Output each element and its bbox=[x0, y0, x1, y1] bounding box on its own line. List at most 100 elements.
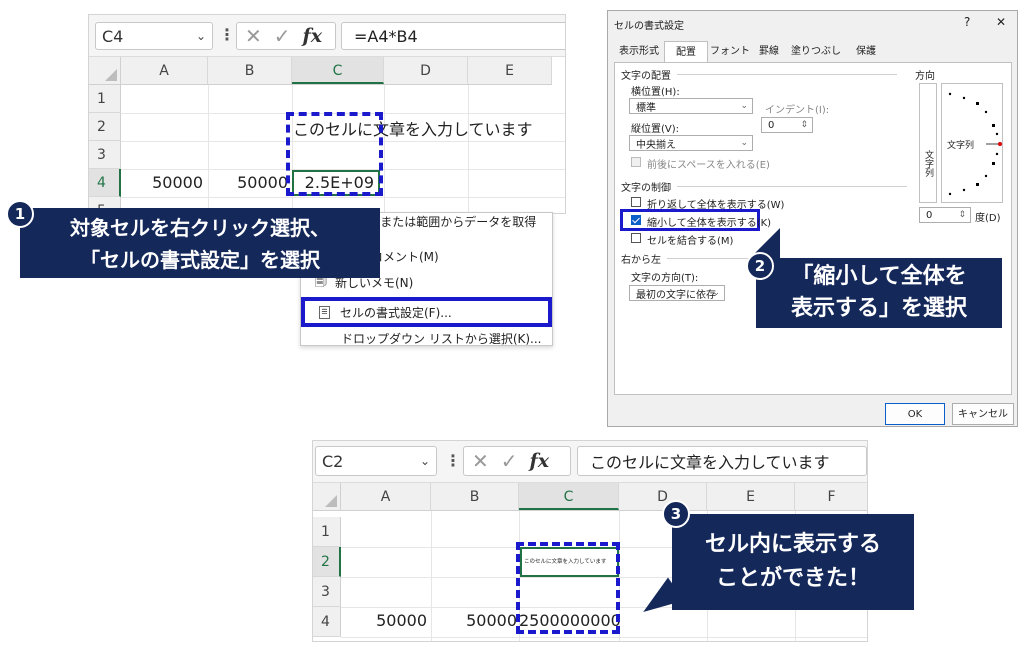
formula-input[interactable]: =A4*B4 bbox=[341, 22, 565, 50]
menu-item-dropdown-list[interactable]: ドロップダウン リストから選択(K)... bbox=[301, 325, 552, 351]
select-all-corner[interactable] bbox=[89, 57, 121, 85]
horizontal-label: 横位置(H): bbox=[631, 87, 680, 98]
menu-item-format-cells[interactable]: ☰ セルの書式設定(F)... bbox=[301, 297, 552, 327]
callout-2-line-2: 表示する」を選択 bbox=[790, 296, 967, 321]
step-1-badge: 1 bbox=[6, 200, 34, 228]
merge-cells-checkbox[interactable] bbox=[631, 233, 641, 243]
ok-button[interactable]: OK bbox=[885, 403, 945, 425]
dialog-title: セルの書式設定 bbox=[614, 21, 684, 32]
col-header-f[interactable]: F bbox=[795, 483, 867, 510]
step-2-badge: 2 bbox=[746, 252, 774, 280]
col-header-e[interactable]: E bbox=[468, 57, 552, 84]
horizontal-value: 標準 bbox=[636, 102, 656, 114]
cancel-icon[interactable]: ✕ bbox=[245, 24, 262, 48]
more-icon[interactable]: ⋮ bbox=[445, 451, 461, 470]
column-headers: A B C D E F bbox=[341, 483, 867, 511]
col-header-d[interactable]: D bbox=[384, 57, 468, 84]
chevron-down-icon: ⌄ bbox=[740, 101, 748, 111]
cell-a4[interactable]: 50000 bbox=[341, 611, 427, 630]
vertical-label: 縦位置(V): bbox=[631, 124, 680, 135]
vertical-value: 中央揃え bbox=[636, 139, 676, 151]
grid-col-line bbox=[468, 85, 469, 213]
row-header-1[interactable]: 1 bbox=[89, 85, 121, 113]
justify-distributed-label: 前後にスペースを入れる(E) bbox=[647, 160, 770, 171]
spinner-icon[interactable]: ⇕ bbox=[958, 210, 966, 220]
tab-font[interactable]: フォント bbox=[710, 41, 750, 63]
col-header-a[interactable]: A bbox=[121, 57, 208, 84]
vertical-text-box[interactable]: 文字列 bbox=[919, 83, 937, 203]
spinner-icon[interactable]: ⇕ bbox=[800, 120, 808, 130]
row-header-4[interactable]: 4 bbox=[89, 169, 121, 197]
vertical-select[interactable]: 中央揃え ⌄ bbox=[629, 135, 753, 151]
cancel-button[interactable]: キャンセル bbox=[952, 403, 1014, 425]
enter-icon[interactable]: ✓ bbox=[501, 449, 518, 473]
row-header-4[interactable]: 4 bbox=[313, 607, 341, 637]
column-headers: A B C D E bbox=[121, 57, 552, 85]
tab-border[interactable]: 罫線 bbox=[754, 41, 784, 63]
tab-alignment[interactable]: 配置 bbox=[664, 41, 708, 63]
orientation-dial[interactable]: 文字列 bbox=[941, 83, 1003, 203]
chevron-down-icon[interactable]: ⌄ bbox=[196, 29, 206, 43]
name-box-value: C4 bbox=[102, 26, 124, 46]
col-header-c[interactable]: C bbox=[292, 57, 384, 84]
chevron-down-icon: ⌄ bbox=[740, 138, 748, 148]
menu-item-label: セルの書式設定(F)... bbox=[340, 305, 452, 320]
grid-col-line bbox=[208, 85, 209, 213]
tab-protection[interactable]: 保護 bbox=[848, 41, 884, 63]
formula-tools: ✕ ✓ fx bbox=[236, 22, 336, 50]
more-icon[interactable]: ⋮ bbox=[219, 25, 235, 44]
wrap-text-checkbox[interactable] bbox=[631, 197, 641, 207]
row-header-2[interactable]: 2 bbox=[313, 547, 341, 577]
row-header-2[interactable]: 2 bbox=[89, 113, 121, 141]
col-header-a[interactable]: A bbox=[341, 483, 431, 510]
tab-number[interactable]: 表示形式 bbox=[616, 41, 662, 63]
help-button[interactable]: ? bbox=[964, 15, 970, 29]
degree-value: 0 bbox=[926, 209, 933, 221]
insert-function-icon[interactable]: fx bbox=[530, 450, 550, 472]
orientation-text: 文字列 bbox=[947, 141, 975, 151]
enter-icon[interactable]: ✓ bbox=[274, 24, 291, 48]
col-header-b[interactable]: B bbox=[208, 57, 292, 84]
cancel-icon[interactable]: ✕ bbox=[472, 449, 489, 473]
callout-1-line-2: 「セルの書式設定」を選択 bbox=[80, 248, 320, 272]
shrink-to-fit-label: 縮小して全体を表示する(K) bbox=[647, 218, 772, 229]
row-header-3[interactable]: 3 bbox=[313, 577, 341, 607]
degree-spinner[interactable]: 0 ⇕ bbox=[919, 207, 971, 223]
grid-row-line bbox=[121, 197, 565, 198]
orientation-label: 方向 bbox=[915, 71, 935, 82]
name-box[interactable]: C2 ⌄ bbox=[315, 446, 437, 476]
insert-function-icon[interactable]: fx bbox=[303, 25, 323, 47]
col-header-c[interactable]: C bbox=[519, 483, 619, 510]
tab-fill[interactable]: 塗りつぶし bbox=[788, 41, 844, 63]
menu-item-label: ドロップダウン リストから選択(K)... bbox=[341, 331, 542, 346]
group-text-control: 文字の制御 bbox=[621, 179, 907, 194]
formula-input[interactable]: このセルに文章を入力しています bbox=[577, 446, 867, 476]
justify-distributed-checkbox[interactable] bbox=[631, 157, 641, 167]
highlight-cell-c4 bbox=[286, 112, 383, 196]
callout-step-3: セル内に表示する ことができた！ bbox=[672, 514, 914, 610]
formula-bar: C2 ⌄ ⋮ ✕ ✓ fx このセルに文章を入力しています bbox=[313, 441, 867, 483]
col-header-e[interactable]: E bbox=[707, 483, 795, 510]
row-header-1[interactable]: 1 bbox=[313, 517, 341, 547]
cell-b4[interactable]: 50000 bbox=[431, 611, 517, 630]
format-cells-dialog: セルの書式設定 ? ✕ 表示形式 配置 フォント 罫線 塗りつぶし 保護 文字の… bbox=[607, 10, 1018, 427]
formula-tools: ✕ ✓ fx bbox=[463, 446, 571, 476]
text-direction-value: 最初の文字に依存 bbox=[636, 289, 716, 301]
callout-3-line-2: ことができた！ bbox=[715, 566, 870, 591]
cell-a4[interactable]: 50000 bbox=[121, 173, 203, 192]
step-3-badge: 3 bbox=[662, 500, 690, 528]
text-direction-select[interactable]: 最初の文字に依存 ⌄ bbox=[629, 285, 725, 301]
col-header-b[interactable]: B bbox=[431, 483, 519, 510]
row-header-3[interactable]: 3 bbox=[89, 141, 121, 169]
close-icon[interactable]: ✕ bbox=[996, 15, 1006, 29]
shrink-to-fit-checkbox[interactable] bbox=[631, 215, 641, 225]
cell-b4[interactable]: 50000 bbox=[208, 173, 288, 192]
chevron-down-icon[interactable]: ⌄ bbox=[420, 454, 430, 468]
group-right-to-left: 右から左 bbox=[621, 251, 907, 266]
indent-spinner[interactable]: 0 ⇕ bbox=[761, 117, 813, 133]
select-all-corner[interactable] bbox=[313, 483, 341, 511]
name-box[interactable]: C4 ⌄ bbox=[95, 22, 213, 50]
callout-step-2: 「縮小して全体を 表示する」を選択 bbox=[756, 258, 1002, 328]
horizontal-select[interactable]: 標準 ⌄ bbox=[629, 98, 753, 114]
grid-col-line bbox=[384, 85, 385, 213]
